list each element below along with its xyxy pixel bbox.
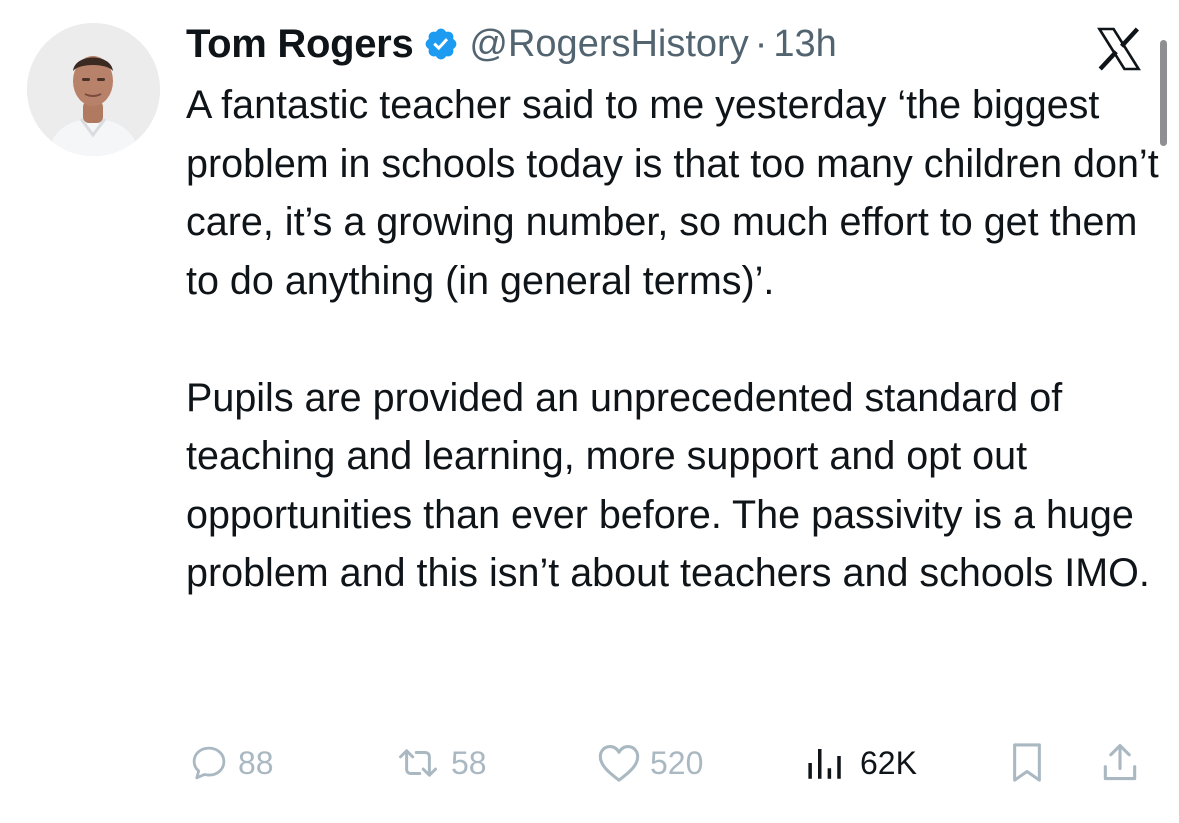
reply-button[interactable]: 88 [188, 738, 274, 788]
profile-photo-icon [27, 23, 160, 156]
views-button[interactable]: 62K [804, 738, 917, 788]
header-separator: · [754, 22, 768, 65]
repost-icon [399, 749, 437, 777]
reply-count: 88 [238, 744, 274, 781]
avatar[interactable] [27, 23, 160, 156]
views-chart-icon [808, 749, 841, 779]
tweet-actions: 88 58 520 62K [0, 738, 1179, 788]
verified-badge-icon [426, 28, 457, 60]
x-logo-icon [1097, 27, 1141, 71]
views-count: 62K [860, 744, 917, 781]
share-button[interactable] [1098, 738, 1142, 788]
like-button[interactable]: 520 [596, 738, 703, 788]
author-display-name[interactable]: Tom Rogers [186, 22, 414, 67]
repost-button[interactable]: 58 [393, 738, 487, 788]
bookmark-icon [1013, 743, 1041, 782]
tweet-paragraph: Pupils are provided an unprecedented sta… [186, 375, 1150, 596]
author-handle[interactable]: @RogersHistory [469, 23, 748, 66]
tweet-text: A fantastic teacher said to me yesterday… [186, 76, 1161, 603]
heart-icon [598, 745, 640, 782]
bookmark-button[interactable] [1008, 738, 1046, 788]
repost-count: 58 [451, 744, 487, 781]
like-count: 520 [650, 744, 704, 781]
tweet-header: Tom Rogers @RogersHistory · 13h [186, 14, 837, 74]
reply-icon [192, 746, 226, 780]
tweet-paragraph: A fantastic teacher said to me yesterday… [186, 83, 1159, 303]
share-icon [1103, 744, 1137, 781]
tweet-timestamp[interactable]: 13h [773, 23, 836, 66]
scrollbar[interactable] [1160, 40, 1167, 146]
